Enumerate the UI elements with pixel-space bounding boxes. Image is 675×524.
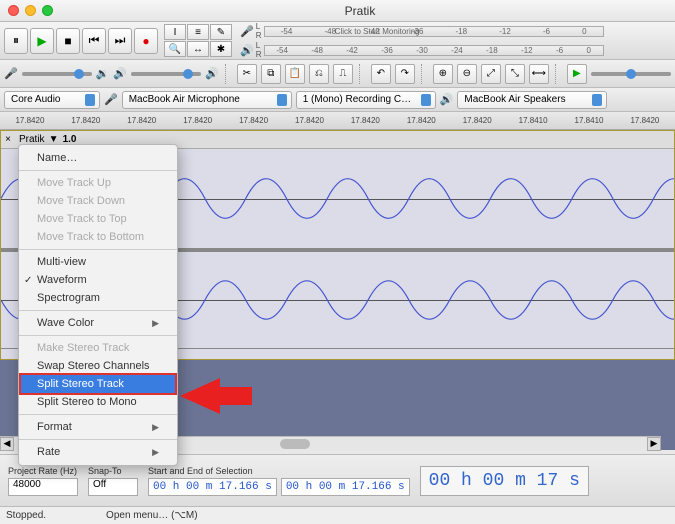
menu-move-bottom: Move Track to Bottom [19,228,177,246]
stop-button[interactable]: ■ [56,28,80,54]
snap-dropdown[interactable]: Off [88,478,138,496]
play-vol-max-icon: 🔊 [205,67,219,80]
mic-device-icon: 🎤 [104,93,118,106]
meter-click-hint: Click to Start Monitoring [335,27,420,36]
mixer-edit-toolbar: 🎤 🔉 🔊 🔊 ✂ ⧉ 📋 ⎌ ⎍ ↶ ↷ ⊕ ⊖ ⤢ ⤡ ⟷ ▶ [0,60,675,88]
multi-tool[interactable]: ✱ [210,41,232,57]
zoom-window-icon[interactable] [42,5,53,16]
selection-end-input[interactable]: 00 h 00 m 17.166 s [281,478,410,496]
transport-toolbar: ⏸ ▶ ■ ⏮ ⏭ ● I ≡ ✎ 🔍 ↔ ✱ 🎤 L R -54 -48 -4… [0,22,675,60]
snap-label: Snap-To [88,466,138,476]
rec-vol-icon: 🔉 [96,67,110,80]
zoom-out-button[interactable]: ⊖ [457,64,477,84]
tools-grid: I ≡ ✎ 🔍 ↔ ✱ [164,24,232,57]
menu-move-top: Move Track to Top [19,210,177,228]
menu-move-down: Move Track Down [19,192,177,210]
status-bar: Stopped. Open menu… (⌥M) [0,506,675,524]
skip-end-button[interactable]: ⏭ [108,28,132,54]
zoom-in-button[interactable]: ⊕ [433,64,453,84]
cut-button[interactable]: ✂ [237,64,257,84]
draw-tool[interactable]: ✎ [210,24,232,40]
zoom-tool[interactable]: 🔍 [164,41,186,57]
playback-meter[interactable]: -54 -48 -42 -36 -30 -24 -18 -12 -6 0 [264,45,604,56]
status-state: Stopped. [6,510,46,521]
chevron-right-icon: ▶ [152,318,159,329]
menu-name[interactable]: Name… [19,149,177,167]
menu-rate[interactable]: Rate▶ [19,443,177,461]
rec-volume-slider[interactable] [22,72,92,76]
timeline-ruler[interactable]: 17.8420 17.8420 17.8420 17.8420 17.8420 … [0,112,675,130]
playback-speed-slider[interactable] [591,72,671,76]
menu-make-stereo: Make Stereo Track [19,339,177,357]
rec-channels-dropdown[interactable]: 1 (Mono) Recording C… [296,91,436,109]
paste-button[interactable]: 📋 [285,64,305,84]
scrollbar-thumb[interactable] [280,439,310,449]
play-at-speed-button[interactable]: ▶ [567,64,587,84]
project-rate-label: Project Rate (Hz) [8,466,78,476]
menu-format[interactable]: Format▶ [19,418,177,436]
rec-mic-icon: 🎤 [4,67,18,80]
menu-move-up: Move Track Up [19,174,177,192]
track-close-button[interactable]: × [1,134,15,145]
minimize-window-icon[interactable] [25,5,36,16]
timeshift-tool[interactable]: ↔ [187,41,209,57]
titlebar: Pratik [0,0,675,22]
scroll-right-button[interactable]: ▶ [647,437,661,451]
selection-start-input[interactable]: 00 h 00 m 17.166 s [148,478,277,496]
track-context-menu: Name… Move Track Up Move Track Down Move… [18,144,178,466]
silence-button[interactable]: ⎍ [333,64,353,84]
window-controls [8,5,53,16]
audio-host-dropdown[interactable]: Core Audio [4,91,100,109]
redo-button[interactable]: ↷ [395,64,415,84]
play-volume-slider[interactable] [131,72,201,76]
device-toolbar: Core Audio 🎤 MacBook Air Microphone 1 (M… [0,88,675,112]
play-button[interactable]: ▶ [30,28,54,54]
chevron-right-icon: ▶ [152,447,159,458]
mic-icon: 🎤 [240,25,254,38]
copy-button[interactable]: ⧉ [261,64,281,84]
play-vol-icon: 🔊 [113,67,127,80]
play-ch-r: R [256,50,262,59]
trim-button[interactable]: ⎌ [309,64,329,84]
undo-button[interactable]: ↶ [371,64,391,84]
selection-label: Start and End of Selection [148,466,410,476]
fit-selection-button[interactable]: ⤢ [481,64,501,84]
record-meter[interactable]: -54 -48 -42 -36 Click to Start Monitorin… [264,26,604,37]
annotation-arrow [180,378,220,414]
chevron-right-icon: ▶ [152,422,159,433]
close-window-icon[interactable] [8,5,19,16]
pause-button[interactable]: ⏸ [4,28,28,54]
menu-waveform[interactable]: Waveform [19,271,177,289]
menu-multiview[interactable]: Multi-view [19,253,177,271]
zoom-toggle-button[interactable]: ⟷ [529,64,549,84]
rec-device-dropdown[interactable]: MacBook Air Microphone [122,91,292,109]
audio-position-display: 00 h 00 m 17 s [420,466,589,496]
menu-spectrogram[interactable]: Spectrogram [19,289,177,307]
record-button[interactable]: ● [134,28,158,54]
speaker-icon: 🔊 [240,44,254,57]
menu-split-mono[interactable]: Split Stereo to Mono [19,393,177,411]
play-ch-l: L [256,41,262,50]
speaker-device-icon: 🔊 [440,93,454,106]
scroll-left-button[interactable]: ◀ [0,437,14,451]
rec-ch-l: L [256,22,262,31]
window-title: Pratik [53,4,667,18]
meters: 🎤 L R -54 -48 -42 -36 Click to Start Mon… [240,22,604,59]
selection-tool[interactable]: I [164,24,186,40]
rec-ch-r: R [256,31,262,40]
envelope-tool[interactable]: ≡ [187,24,209,40]
skip-start-button[interactable]: ⏮ [82,28,106,54]
status-hint: Open menu… (⌥M) [106,510,198,521]
menu-wave-color[interactable]: Wave Color▶ [19,314,177,332]
fit-project-button[interactable]: ⤡ [505,64,525,84]
project-rate-dropdown[interactable]: 48000 [8,478,78,496]
play-device-dropdown[interactable]: MacBook Air Speakers [457,91,607,109]
menu-split-stereo[interactable]: Split Stereo Track [19,373,177,395]
